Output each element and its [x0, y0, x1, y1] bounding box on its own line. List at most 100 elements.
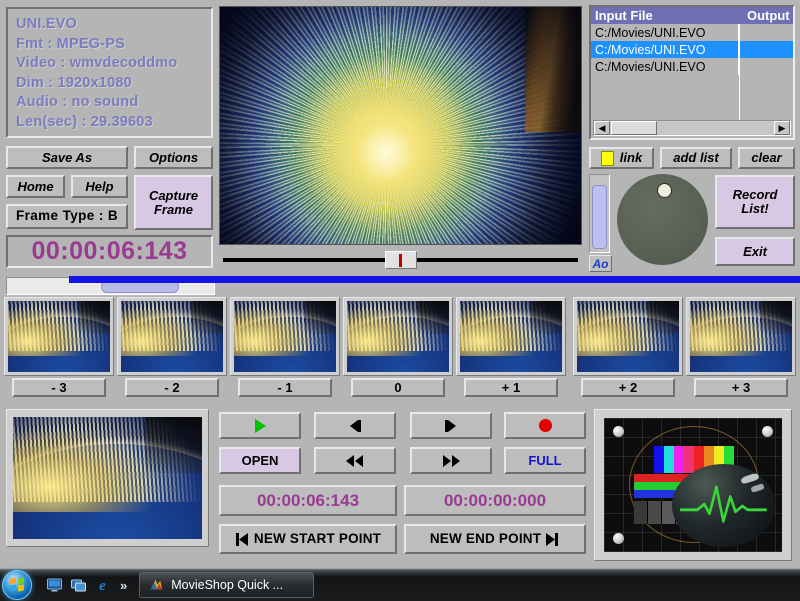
- exit-button[interactable]: Exit: [715, 237, 795, 266]
- start-timecode-display: 00:00:06:143: [219, 485, 397, 516]
- thumbnail-label-minus-3[interactable]: - 3: [12, 378, 106, 397]
- cell-input-file: C:/Movies/UNI.EVO: [591, 41, 739, 58]
- preview-vignette: [220, 7, 581, 244]
- add-list-button[interactable]: add list: [660, 147, 732, 169]
- jog-wheel-knob[interactable]: [657, 183, 672, 198]
- play-triangle-icon: [255, 419, 266, 433]
- screw-icon: [613, 426, 624, 437]
- windows-taskbar: e » MovieShop Quick ...: [0, 568, 800, 601]
- step-backward-button[interactable]: [314, 412, 396, 439]
- thumbnail-label-plus-1[interactable]: + 1: [464, 378, 558, 397]
- clear-button[interactable]: clear: [738, 147, 795, 169]
- thumbnail-label-minus-1[interactable]: - 1: [238, 378, 332, 397]
- play-button[interactable]: [219, 412, 301, 439]
- input-file-list[interactable]: Input File Output C:/Movies/UNI.EVO C:/M…: [589, 5, 795, 140]
- color-bar: [674, 446, 684, 473]
- table-row[interactable]: C:/Movies/UNI.EVO: [591, 41, 793, 58]
- new-end-point-button[interactable]: NEW END POINT: [404, 524, 586, 554]
- scrubber-handle[interactable]: [385, 251, 417, 269]
- thumbnail-plus-3[interactable]: [686, 297, 796, 376]
- new-start-point-button[interactable]: NEW START POINT: [219, 524, 397, 554]
- video-preview[interactable]: [219, 6, 582, 245]
- thumbnail-plus-2[interactable]: [573, 297, 683, 376]
- info-line-video: Video : wmvdecoddmo: [16, 54, 211, 74]
- info-line-length: Len(sec) : 29.39603: [16, 113, 211, 133]
- home-button[interactable]: Home: [6, 175, 65, 198]
- screw-icon: [613, 533, 624, 544]
- cell-output: [739, 41, 793, 58]
- column-header-input-file: Input File: [591, 7, 743, 24]
- thumbnail-plus-1[interactable]: [456, 297, 566, 376]
- link-status-swatch: [601, 151, 614, 166]
- quick-launch-bar: e: [46, 577, 111, 593]
- audio-output-label[interactable]: Ao: [589, 255, 612, 272]
- capture-frame-label-2: Frame: [154, 203, 193, 217]
- current-timecode-display: 00:00:06:143: [6, 235, 213, 268]
- link-button[interactable]: link: [589, 147, 654, 169]
- thumbnail-label-plus-2[interactable]: + 2: [581, 378, 675, 397]
- internet-explorer-icon[interactable]: e: [94, 577, 111, 593]
- cell-input-file: C:/Movies/UNI.EVO: [591, 24, 739, 41]
- section-divider: [69, 276, 800, 283]
- scroll-left-arrow-icon[interactable]: ◀: [594, 121, 610, 135]
- info-line-dim: Dim : 1920x1080: [16, 74, 211, 94]
- audio-level-slider[interactable]: [589, 174, 610, 253]
- thumbnail-zero[interactable]: [343, 297, 453, 376]
- record-list-label-1: Record: [733, 188, 778, 202]
- file-list-scrollbar-thumb[interactable]: [611, 121, 657, 135]
- selected-frame-preview[interactable]: [6, 409, 209, 547]
- capture-frame-button[interactable]: Capture Frame: [134, 175, 213, 230]
- table-row[interactable]: C:/Movies/UNI.EVO: [591, 24, 793, 41]
- frame-type-indicator: Frame Type : B: [6, 204, 128, 229]
- windows-logo-icon: [10, 578, 25, 592]
- thumbnail-label-plus-3[interactable]: + 3: [694, 378, 788, 397]
- info-line-title: UNI.EVO: [16, 15, 211, 35]
- fullscreen-button[interactable]: FULL: [504, 447, 586, 474]
- scrubber-marker: [399, 254, 402, 267]
- movieshop-window: UNI.EVO Fmt : MPEG-PS Video : wmvdecoddm…: [0, 0, 800, 568]
- thumbnail-minus-3[interactable]: [4, 297, 114, 376]
- show-desktop-icon[interactable]: [46, 577, 63, 593]
- cell-input-file: C:/Movies/UNI.EVO: [591, 58, 739, 75]
- step-forward-button[interactable]: [410, 412, 492, 439]
- thumbnail-image: [460, 301, 562, 372]
- video-scrubber[interactable]: [219, 250, 582, 270]
- fast-forward-button[interactable]: [410, 447, 492, 474]
- new-end-point-label: NEW END POINT: [430, 532, 541, 546]
- file-list-horizontal-scrollbar[interactable]: ◀ ▶: [593, 120, 791, 136]
- chevron-expand-icon[interactable]: »: [120, 578, 127, 593]
- table-row[interactable]: C:/Movies/UNI.EVO: [591, 58, 793, 75]
- rewind-button[interactable]: [314, 447, 396, 474]
- start-button[interactable]: [2, 570, 32, 600]
- scroll-right-arrow-icon[interactable]: ▶: [774, 121, 790, 135]
- thumbnail-minus-1[interactable]: [230, 297, 340, 376]
- jog-wheel[interactable]: [617, 174, 708, 265]
- thumbnail-label-minus-2[interactable]: - 2: [125, 378, 219, 397]
- scope-screen: [604, 418, 782, 552]
- save-as-button[interactable]: Save As: [6, 146, 128, 169]
- color-bar: [684, 446, 694, 473]
- sphere-highlight: [740, 473, 759, 486]
- record-list-button[interactable]: Record List!: [715, 175, 795, 229]
- column-header-output: Output: [743, 7, 793, 24]
- cell-output: [739, 24, 793, 41]
- record-button[interactable]: [504, 412, 586, 439]
- open-button[interactable]: OPEN: [219, 447, 301, 474]
- thumbnail-image: [347, 301, 449, 372]
- thumbnail-image: [577, 301, 679, 372]
- switch-windows-icon[interactable]: [70, 577, 87, 593]
- step-backward-icon: [345, 419, 365, 433]
- thumbnail-label-zero[interactable]: 0: [351, 378, 445, 397]
- frame-thumbnail-strip: - 3 - 2 - 1 0 + 1 + 2 + 3: [0, 297, 800, 383]
- scope-sphere: [672, 464, 775, 547]
- help-button[interactable]: Help: [71, 175, 128, 198]
- link-button-label: link: [620, 151, 642, 165]
- cell-output: [739, 58, 793, 75]
- taskbar-button-movieshop[interactable]: MovieShop Quick ...: [139, 572, 314, 598]
- new-start-point-label: NEW START POINT: [254, 532, 381, 546]
- audio-level-slider-thumb[interactable]: [592, 185, 607, 249]
- file-list-body: C:/Movies/UNI.EVO C:/Movies/UNI.EVO C:/M…: [591, 24, 793, 120]
- capture-frame-label-1: Capture: [149, 189, 198, 203]
- thumbnail-minus-2[interactable]: [117, 297, 227, 376]
- options-button[interactable]: Options: [134, 146, 213, 169]
